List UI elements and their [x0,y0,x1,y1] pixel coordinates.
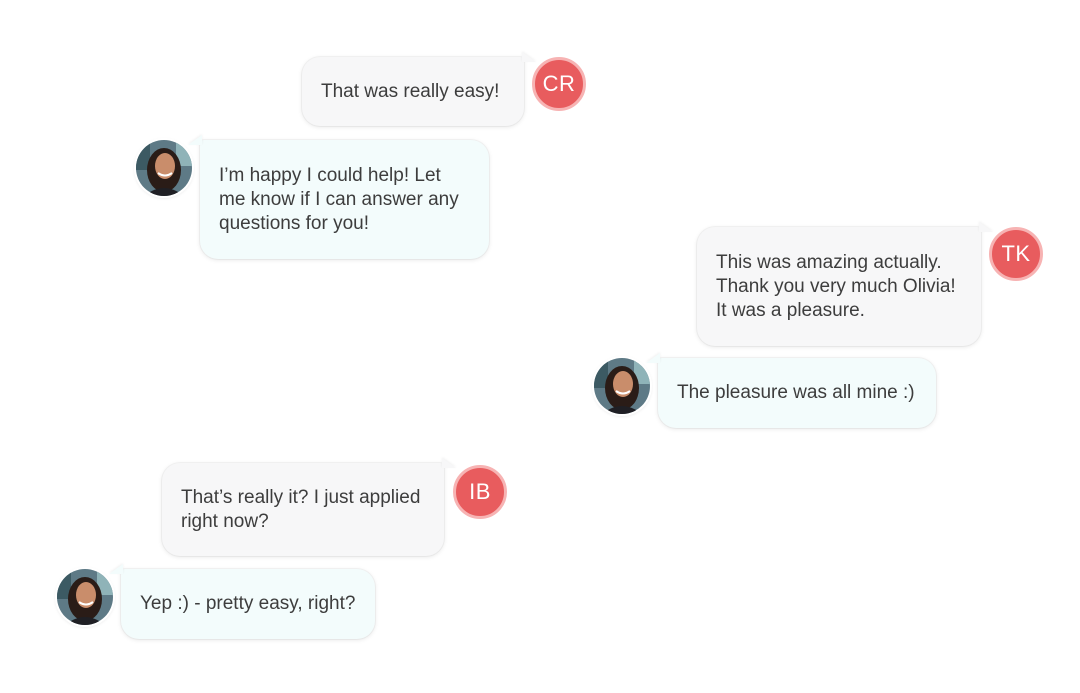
agent-avatar [57,569,113,625]
message-bubble: This was amazing actually. Thank you ver… [697,227,981,346]
agent-avatar [136,140,192,196]
message-text: I’m happy I could help! Let me know if I… [219,164,459,234]
user-avatar-initials: IB [453,465,507,519]
message-text: Yep :) - pretty easy, right? [140,593,356,614]
message-text: This was amazing actually. Thank you ver… [716,251,956,321]
message-bubble: That’s really it? I just applied right n… [162,463,444,556]
initials-label: IB [469,479,491,504]
agent-photo-icon [57,569,113,625]
message-bubble: That was really easy! [302,57,524,126]
agent-photo-icon [594,358,650,414]
message-text: That’s really it? I just applied right n… [181,486,421,532]
initials-label: TK [1001,241,1031,266]
initials-label: CR [542,71,576,96]
user-avatar-initials: CR [532,57,586,111]
user-avatar-initials: TK [989,227,1043,281]
message-text: The pleasure was all mine :) [677,382,915,403]
message-bubble: I’m happy I could help! Let me know if I… [200,140,489,259]
agent-photo-icon [136,140,192,196]
message-bubble: Yep :) - pretty easy, right? [121,569,375,639]
message-text: That was really easy! [321,80,500,102]
message-bubble: The pleasure was all mine :) [658,358,936,428]
agent-avatar [594,358,650,414]
